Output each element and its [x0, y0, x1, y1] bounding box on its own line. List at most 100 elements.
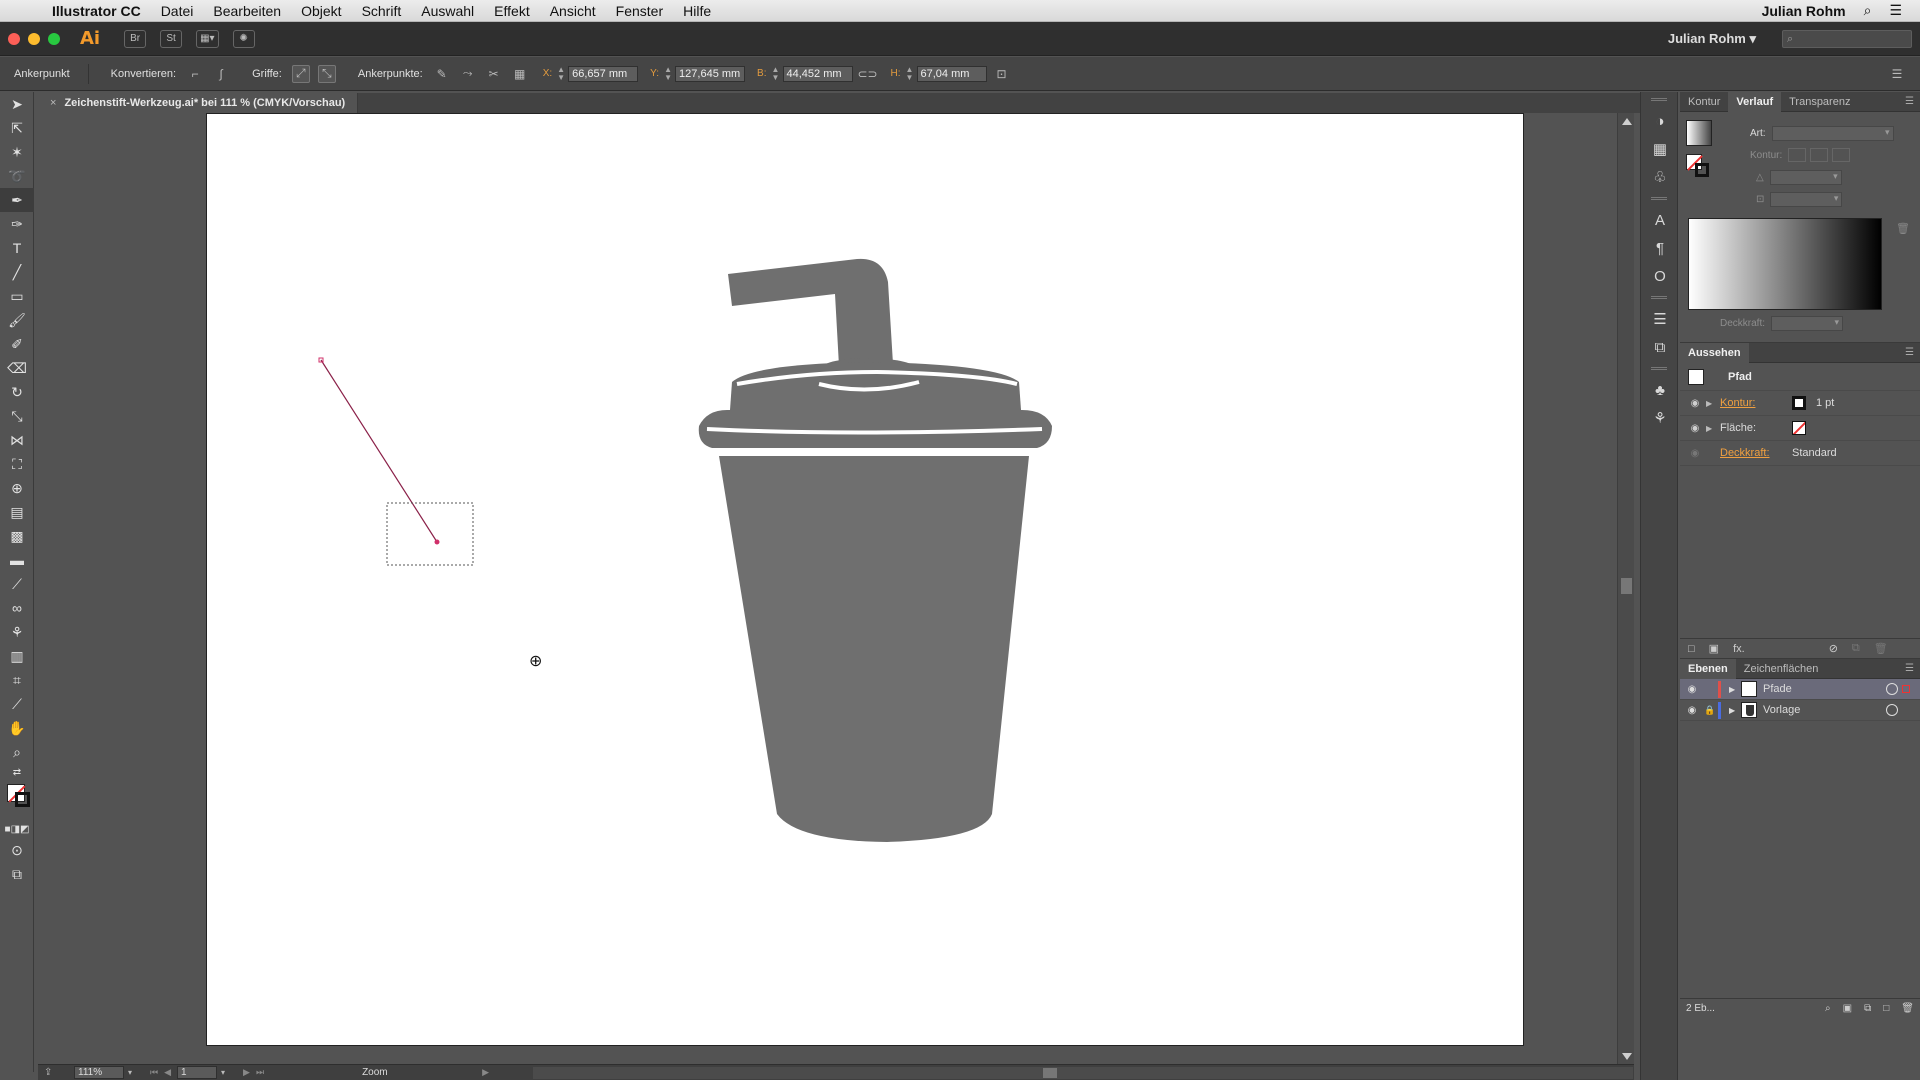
layer-row-pfade[interactable]: ◉ ▶ Pfade [1680, 679, 1920, 700]
add-effect-button[interactable]: fx. [1733, 643, 1745, 655]
gradient-type-select[interactable] [1771, 126, 1894, 141]
transform-icon[interactable]: ⊡ [993, 65, 1011, 83]
spotlight-icon[interactable]: ⌕ [1864, 2, 1872, 19]
layer-name[interactable]: Vorlage [1763, 704, 1863, 716]
perspective-grid-tool-icon[interactable]: ▤ [0, 500, 34, 524]
minimize-window-button[interactable] [28, 32, 40, 45]
add-fill-icon[interactable]: ▣ [1709, 642, 1719, 655]
y-field[interactable]: 127,645 mm [675, 65, 746, 82]
stroke-gradient-buttons[interactable] [1788, 148, 1851, 162]
menu-datei[interactable]: Datei [161, 3, 194, 19]
height-stepper[interactable]: ▲ ▼ [905, 65, 915, 82]
mesh-tool-icon[interactable]: ▩ [0, 524, 34, 548]
visibility-eye-icon[interactable]: ◉ [1684, 423, 1706, 434]
add-stroke-icon[interactable]: □ [1688, 643, 1695, 655]
clipping-mask-icon[interactable]: ▣ [1843, 1003, 1852, 1014]
stock-button[interactable]: St [160, 29, 183, 48]
rotate-tool-icon[interactable]: ↻ [0, 380, 34, 404]
panel-menu-icon[interactable]: ☰ [1905, 96, 1914, 107]
layer-target-icon[interactable] [1886, 683, 1898, 695]
gradient-aspect-select[interactable] [1770, 192, 1843, 207]
clear-appearance-icon[interactable]: ⊘ [1829, 642, 1838, 655]
rectangle-tool-icon[interactable]: ▭ [0, 284, 34, 308]
tab-ebenen[interactable]: Ebenen [1680, 658, 1736, 679]
x-field[interactable]: 66,657 mm [568, 65, 639, 82]
delete-layer-icon[interactable]: 🗑 [1901, 1003, 1914, 1014]
width-field[interactable]: 44,452 mm [782, 65, 853, 82]
gpu-performance-icon[interactable]: ✺ [232, 29, 255, 48]
align-grid-icon[interactable]: ▦ [511, 65, 529, 83]
delete-item-icon[interactable]: 🗑 [1874, 642, 1888, 655]
delete-stop-icon[interactable]: 🗑 [1896, 222, 1910, 235]
slice-tool-icon[interactable]: ⟋ [0, 692, 34, 716]
paragraph-icon[interactable]: ¶ [1641, 234, 1679, 262]
first-artboard-icon[interactable]: ⏮ [150, 1067, 158, 1078]
curvature-tool-icon[interactable]: ✑ [0, 212, 34, 236]
align-icon[interactable]: ☰ [1641, 305, 1679, 333]
strip-grip[interactable] [1651, 98, 1667, 101]
account-menu[interactable]: Julian Rohm ▾ [1668, 31, 1756, 47]
fill-label[interactable]: Fläche: [1720, 422, 1792, 434]
gradient-opacity-select[interactable] [1771, 316, 1844, 331]
locate-object-icon[interactable]: ⌕ [1825, 1003, 1831, 1014]
y-stepper[interactable]: ▲ ▼ [663, 65, 673, 82]
strip-grip-2[interactable] [1651, 197, 1667, 200]
artboard-tool-icon[interactable]: ⌗ [0, 668, 34, 692]
horizontal-scroll-thumb[interactable] [1042, 1067, 1057, 1078]
share-icon[interactable]: ⇪ [44, 1067, 52, 1078]
artboard[interactable] [206, 113, 1524, 1046]
search-input[interactable]: ⌕ [1782, 29, 1912, 48]
menu-effekt[interactable]: Effekt [494, 3, 530, 19]
menu-schrift[interactable]: Schrift [362, 3, 402, 19]
artboard-dropdown-icon[interactable]: ▾ [217, 1066, 229, 1079]
strip-grip-4[interactable] [1651, 367, 1667, 370]
height-field[interactable]: 67,04 mm [916, 65, 987, 82]
layer-expand-icon[interactable]: ▶ [1729, 685, 1741, 694]
convert-corner-icon[interactable]: ⌐ [186, 65, 204, 83]
menubar-user[interactable]: Julian Rohm [1762, 3, 1846, 19]
fill-color-swatch[interactable] [1792, 421, 1806, 435]
layer-visibility-icon[interactable]: ◉ [1682, 705, 1702, 716]
close-window-button[interactable] [8, 32, 20, 45]
expand-triangle-icon[interactable]: ▶ [1706, 424, 1720, 433]
character-icon[interactable]: A [1641, 206, 1679, 234]
scroll-up-icon[interactable] [1622, 118, 1632, 125]
brushes-icon[interactable]: ⚘ [1641, 404, 1679, 432]
show-handles-icon[interactable]: ⤢ [291, 64, 310, 83]
stroke-swatch[interactable] [15, 792, 30, 807]
layer-row-vorlage[interactable]: ◉ 🔒 ▶ Vorlage [1680, 700, 1920, 721]
symbols-icon[interactable]: ♧ [1641, 163, 1679, 191]
visibility-eye-icon[interactable]: ◉ [1684, 448, 1706, 459]
status-text[interactable]: Zoom [362, 1067, 482, 1078]
last-artboard-icon[interactable]: ⏭ [256, 1067, 264, 1078]
menu-fenster[interactable]: Fenster [616, 3, 663, 19]
free-transform-tool-icon[interactable]: ⛶ [0, 452, 34, 476]
horizontal-scrollbar[interactable] [532, 1066, 1633, 1079]
menu-bearbeiten[interactable]: Bearbeiten [213, 3, 281, 19]
stroke-link[interactable]: Kontur: [1720, 397, 1792, 409]
shape-builder-tool-icon[interactable]: ⊕ [0, 476, 34, 500]
bridge-button[interactable]: Br [124, 29, 147, 48]
eyedropper-tool-icon[interactable]: ⟋ [0, 572, 34, 596]
document-tab[interactable]: × Zeichenstift-Werkzeug.ai* bei 111 % (C… [38, 93, 359, 113]
tab-aussehen[interactable]: Aussehen [1680, 342, 1749, 363]
layer-selection-indicator[interactable] [1902, 706, 1910, 714]
stroke-color-swatch[interactable] [1792, 396, 1806, 410]
type-tool-icon[interactable]: T [0, 236, 34, 260]
appearance-stroke-row[interactable]: ◉ ▶ Kontur: 1 pt [1680, 391, 1920, 416]
layer-visibility-icon[interactable]: ◉ [1682, 684, 1702, 695]
width-tool-icon[interactable]: ⋈ [0, 428, 34, 452]
status-menu-arrow-icon[interactable]: ▶ [482, 1067, 489, 1078]
layer-lock-icon[interactable]: 🔒 [1702, 705, 1718, 716]
zoom-tool-icon[interactable]: ⌕ [0, 740, 34, 764]
gradient-stroke-swatch[interactable] [1695, 163, 1709, 177]
cut-path-icon[interactable]: ✂ [485, 65, 503, 83]
graphic-styles-icon[interactable]: ♣ [1641, 376, 1679, 404]
opentype-icon[interactable]: O [1641, 262, 1679, 290]
scroll-down-icon[interactable] [1622, 1053, 1632, 1060]
notification-list-icon[interactable]: ☰ [1889, 2, 1902, 19]
blend-tool-icon[interactable]: ∞ [0, 596, 34, 620]
gradient-ramp[interactable] [1688, 218, 1882, 310]
vertical-scrollbar[interactable] [1617, 113, 1634, 1065]
layer-selection-indicator[interactable] [1902, 685, 1910, 693]
